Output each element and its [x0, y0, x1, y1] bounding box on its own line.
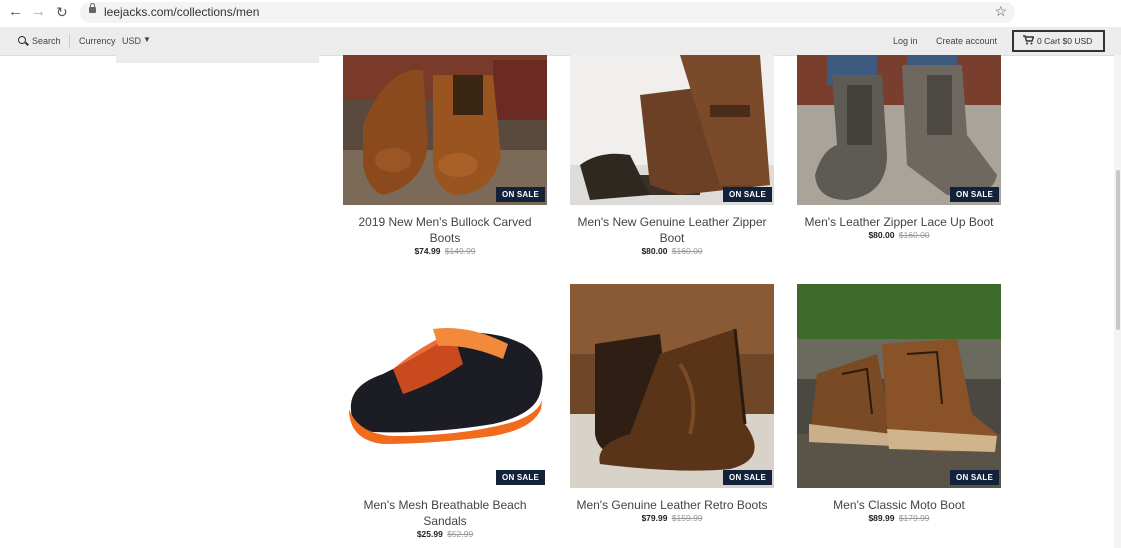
original-price: $52.99 — [447, 529, 474, 539]
product-title[interactable]: 2019 New Men's Bullock Carved Boots — [343, 214, 547, 246]
currency-label: Currency — [79, 36, 116, 46]
address-bar[interactable]: leejacks.com/collections/men ☆ — [80, 2, 1015, 23]
product-price: $89.99 $179.99 — [797, 513, 1001, 523]
create-account-link[interactable]: Create account — [936, 36, 997, 46]
original-price: $160.00 — [898, 230, 930, 240]
back-arrow-icon[interactable]: ← — [8, 3, 23, 21]
product-card[interactable]: ON SALE Men's Mesh Breathable Beach Sand… — [343, 284, 547, 539]
product-image[interactable]: ON SALE — [343, 284, 547, 488]
product-title[interactable]: Men's Classic Moto Boot — [797, 497, 1001, 513]
sale-price: $80.00 — [641, 246, 668, 256]
original-price: $149.99 — [444, 246, 476, 256]
header-divider — [69, 34, 70, 48]
cart-button[interactable]: 0 Cart $0 USD — [1012, 30, 1105, 52]
product-title[interactable]: Men's Genuine Leather Retro Boots — [570, 497, 774, 513]
product-card[interactable]: ON SALE Men's Classic Moto Boot $89.99 $… — [797, 284, 1001, 523]
sale-badge: ON SALE — [950, 187, 999, 202]
search-link[interactable]: Search — [32, 36, 61, 46]
sale-price: $74.99 — [414, 246, 441, 256]
sale-badge: ON SALE — [496, 187, 545, 202]
browser-toolbar: ← → ↻ leejacks.com/collections/men ☆ — [0, 0, 1121, 24]
product-price: $25.99 $52.99 — [343, 529, 547, 539]
product-image[interactable]: ON SALE — [797, 55, 1001, 205]
original-price: $160.00 — [671, 246, 703, 256]
product-card[interactable]: ON SALE Men's Genuine Leather Retro Boot… — [570, 284, 774, 523]
sale-badge: ON SALE — [950, 470, 999, 485]
sale-price: $25.99 — [416, 529, 443, 539]
store-header: Search Currency USD ▼ Log in Create acco… — [0, 27, 1121, 56]
cart-label: 0 Cart $0 USD — [1037, 36, 1093, 46]
sale-price: $80.00 — [868, 230, 895, 240]
bookmark-star-icon[interactable]: ☆ — [994, 3, 1007, 20]
product-price: $79.99 $159.99 — [570, 513, 774, 523]
product-price: $80.00 $160.00 — [570, 246, 774, 256]
product-image[interactable]: ON SALE — [570, 55, 774, 205]
product-image[interactable]: ON SALE — [343, 55, 547, 205]
reload-icon[interactable]: ↻ — [56, 3, 68, 21]
lock-icon — [89, 3, 96, 13]
scrollbar-thumb[interactable] — [1116, 170, 1120, 330]
sale-badge: ON SALE — [723, 187, 772, 202]
url-text[interactable]: leejacks.com/collections/men — [104, 5, 259, 19]
sidebar-panel — [116, 55, 319, 63]
product-title[interactable]: Men's New Genuine Leather Zipper Boot — [570, 214, 774, 246]
product-price: $80.00 $160.00 — [797, 230, 1001, 240]
product-title[interactable]: Men's Mesh Breathable Beach Sandals — [343, 497, 547, 529]
sale-price: $89.99 — [868, 513, 895, 523]
currency-select[interactable]: USD — [122, 36, 141, 46]
product-title[interactable]: Men's Leather Zipper Lace Up Boot — [797, 214, 1001, 230]
sale-badge: ON SALE — [496, 470, 545, 485]
product-card[interactable]: ON SALE Men's Leather Zipper Lace Up Boo… — [797, 55, 1001, 240]
product-price: $74.99 $149.99 — [343, 246, 547, 256]
original-price: $159.99 — [671, 513, 703, 523]
product-image[interactable]: ON SALE — [570, 284, 774, 488]
search-icon[interactable] — [18, 36, 26, 44]
original-price: $179.99 — [898, 513, 930, 523]
product-image[interactable]: ON SALE — [797, 284, 1001, 488]
login-link[interactable]: Log in — [893, 36, 918, 46]
product-card[interactable]: ON SALE 2019 New Men's Bullock Carved Bo… — [343, 55, 547, 256]
cart-icon — [1023, 35, 1035, 48]
sale-badge: ON SALE — [723, 470, 772, 485]
sale-price: $79.99 — [641, 513, 668, 523]
forward-arrow-icon[interactable]: → — [31, 3, 46, 21]
product-card[interactable]: ON SALE Men's New Genuine Leather Zipper… — [570, 55, 774, 256]
caret-down-icon[interactable]: ▼ — [143, 35, 151, 44]
